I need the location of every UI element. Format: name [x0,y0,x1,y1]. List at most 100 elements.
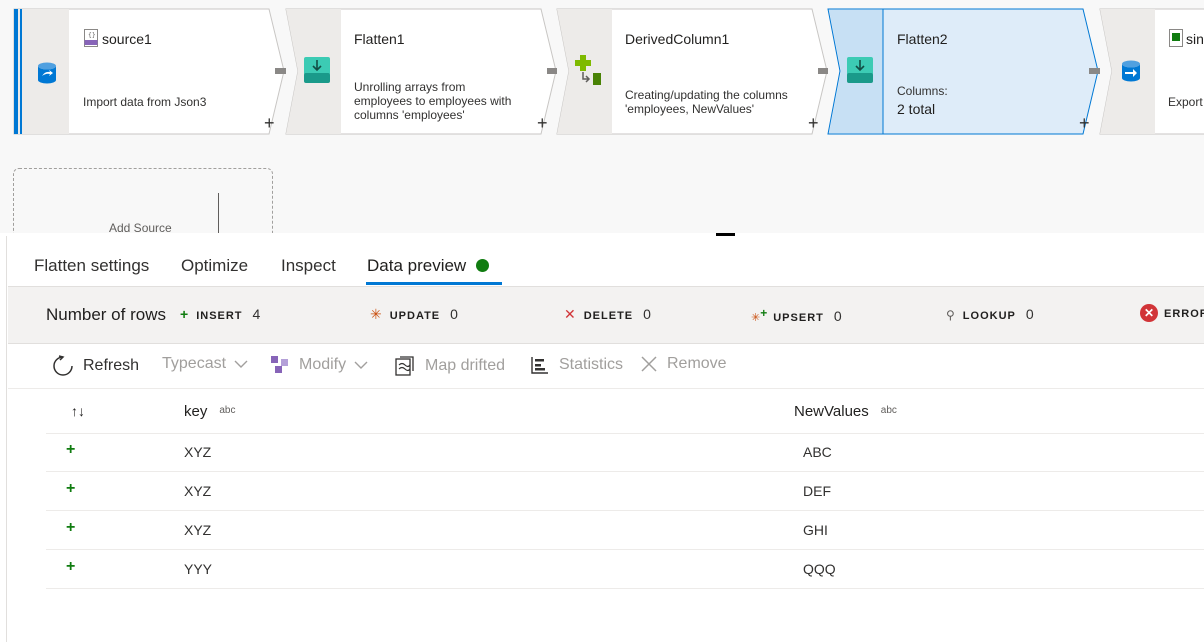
row-count-title: Number of rows [46,305,166,324]
column-header-newvalues[interactable]: NewValues abc [794,403,897,420]
database-sink-icon [1122,60,1140,82]
statistics-label: Statistics [559,356,624,373]
table-row[interactable]: + XYZ ABC [46,433,1204,472]
node-title: source1 [102,31,152,47]
stat-delete: ✕ DELETE 0 [564,306,651,322]
node-source1[interactable]: {} source1 Import data from Json3 + [13,8,285,135]
close-icon [641,356,657,372]
derived-column-icon [575,55,601,85]
flatten-icon [847,57,873,83]
node-connector [818,68,828,74]
tab-optimize[interactable]: Optimize [181,256,248,276]
node-sink[interactable]: sin Export [1099,8,1204,135]
sort-icon[interactable]: ↑↓ [71,403,85,419]
node-connector [547,68,557,74]
cell-key: XYZ [184,444,212,460]
node-columns-count: 2 total [897,101,936,117]
remove-button[interactable]: Remove [640,355,727,373]
refresh-icon [53,355,73,376]
refresh-label: Refresh [83,357,140,374]
table-row[interactable]: + YYY QQQ [46,550,1204,589]
stat-insert: + INSERT 4 [180,306,261,322]
typecast-dropdown[interactable]: Typecast [162,355,248,373]
statistics-button[interactable]: Statistics [530,355,623,375]
node-flatten2[interactable]: Flatten2 Columns: 2 total + [827,8,1099,135]
node-description: columns 'employees' [354,108,465,122]
cell-newvalues: GHI [803,522,828,538]
row-stats-bar: Number of rows + INSERT 4 ✳ UPDATE 0 ✕ DELETE… [8,286,1204,344]
flatten-icon [304,57,330,83]
tab-data-preview[interactable]: Data preview [367,256,490,276]
tab-flatten-settings[interactable]: Flatten settings [34,256,149,276]
modify-icon [271,356,288,373]
statistics-icon [531,357,548,374]
error-icon: ✕ [1140,304,1158,322]
insert-marker-icon: + [66,480,76,497]
string-type-icon: abc [880,405,897,416]
chevron-down-icon [354,361,368,369]
update-icon: ✳ [370,306,382,322]
node-title: Flatten1 [354,31,405,47]
add-transform-button[interactable]: + [1079,114,1090,132]
node-flatten1[interactable]: Flatten1 Unrolling arrays from employees… [285,8,557,135]
table-row[interactable]: + XYZ GHI [46,511,1204,550]
csv-file-icon [1169,29,1183,47]
column-header-key[interactable]: key abc [184,403,235,420]
insert-marker-icon: + [66,441,76,458]
pipeline-canvas: {} source1 Import data from Json3 + Flat… [0,0,1204,233]
cell-newvalues: DEF [803,483,831,499]
delete-icon: ✕ [564,306,576,322]
remove-label: Remove [667,355,727,372]
insert-marker-icon: + [66,558,76,575]
cell-key: XYZ [184,522,212,538]
node-description: 'employees, NewValues' [625,102,755,116]
data-preview-toolbar: Refresh Typecast Modify Map drifted Stat… [8,342,1204,389]
cell-key: YYY [184,561,213,577]
divider [218,193,219,233]
tab-inspect[interactable]: Inspect [281,256,336,276]
stat-update: ✳ UPDATE 0 [370,306,458,322]
node-connector [1089,68,1100,74]
json-file-icon: {} [84,29,98,47]
add-transform-button[interactable]: + [537,114,548,132]
node-description: Unrolling arrays from [354,80,466,94]
map-drifted-label: Map drifted [425,357,506,374]
add-transform-button[interactable]: + [808,114,819,132]
cell-key: XYZ [184,483,212,499]
map-drifted-icon [395,356,414,376]
node-connector [275,68,286,74]
active-tab-indicator [366,282,502,285]
grid-header: ↑↓ key abc NewValues abc [46,388,1204,434]
node-derivedcolumn1[interactable]: DerivedColumn1 Creating/updating the col… [556,8,828,135]
database-source-icon [38,62,56,84]
insert-marker-icon: + [66,519,76,536]
table-row[interactable]: + XYZ DEF [46,472,1204,511]
lookup-icon: ⚲ [946,308,955,322]
node-description: Import data from Json3 [83,95,207,109]
node-columns-label: Columns: [897,84,948,98]
node-description: Export [1168,95,1203,109]
map-drifted-button[interactable]: Map drifted [394,355,505,377]
node-description: employees to employees with [354,94,512,108]
node-title: sin [1186,31,1204,47]
status-success-icon [476,259,490,272]
chevron-down-icon [234,360,248,368]
settings-tabs: Flatten settings Optimize Inspect Data p… [0,236,1204,286]
node-description: Creating/updating the columns [625,88,788,102]
refresh-button[interactable]: Refresh [52,355,139,377]
typecast-label: Typecast [162,355,227,372]
upsert-icon: ✳+ [751,306,768,324]
tab-label: Data preview [367,256,467,275]
add-source-label: Add Source [109,221,172,233]
node-shape [1099,8,1204,135]
svg-text:{}: {} [88,32,96,39]
add-transform-button[interactable]: + [264,114,275,132]
stat-error: ✕ERROR [1140,304,1204,322]
add-source-placeholder[interactable]: Add Source [13,168,273,233]
panel-left-border [6,236,7,642]
modify-dropdown[interactable]: Modify [270,355,368,375]
string-type-icon: abc [219,405,236,416]
node-title: Flatten2 [897,31,948,47]
node-title: DerivedColumn1 [625,31,730,47]
cell-newvalues: ABC [803,444,832,460]
